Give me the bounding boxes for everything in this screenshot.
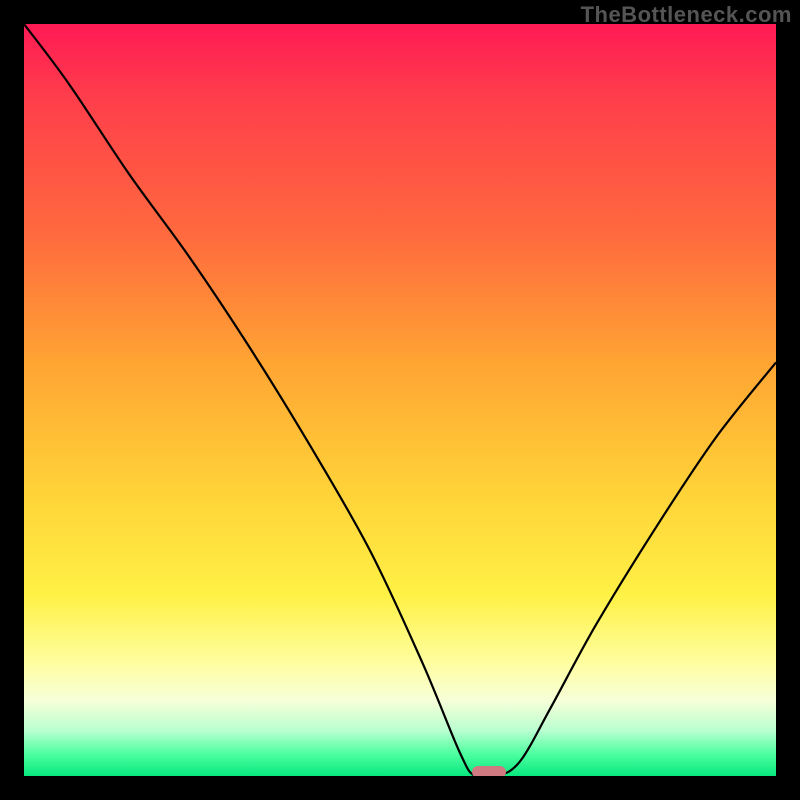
- bottleneck-curve: [24, 24, 776, 776]
- plot-area: [24, 24, 776, 776]
- curve-svg: [24, 24, 776, 776]
- chart-frame: TheBottleneck.com: [0, 0, 800, 800]
- watermark-text: TheBottleneck.com: [581, 2, 792, 28]
- optimal-marker: [472, 766, 506, 776]
